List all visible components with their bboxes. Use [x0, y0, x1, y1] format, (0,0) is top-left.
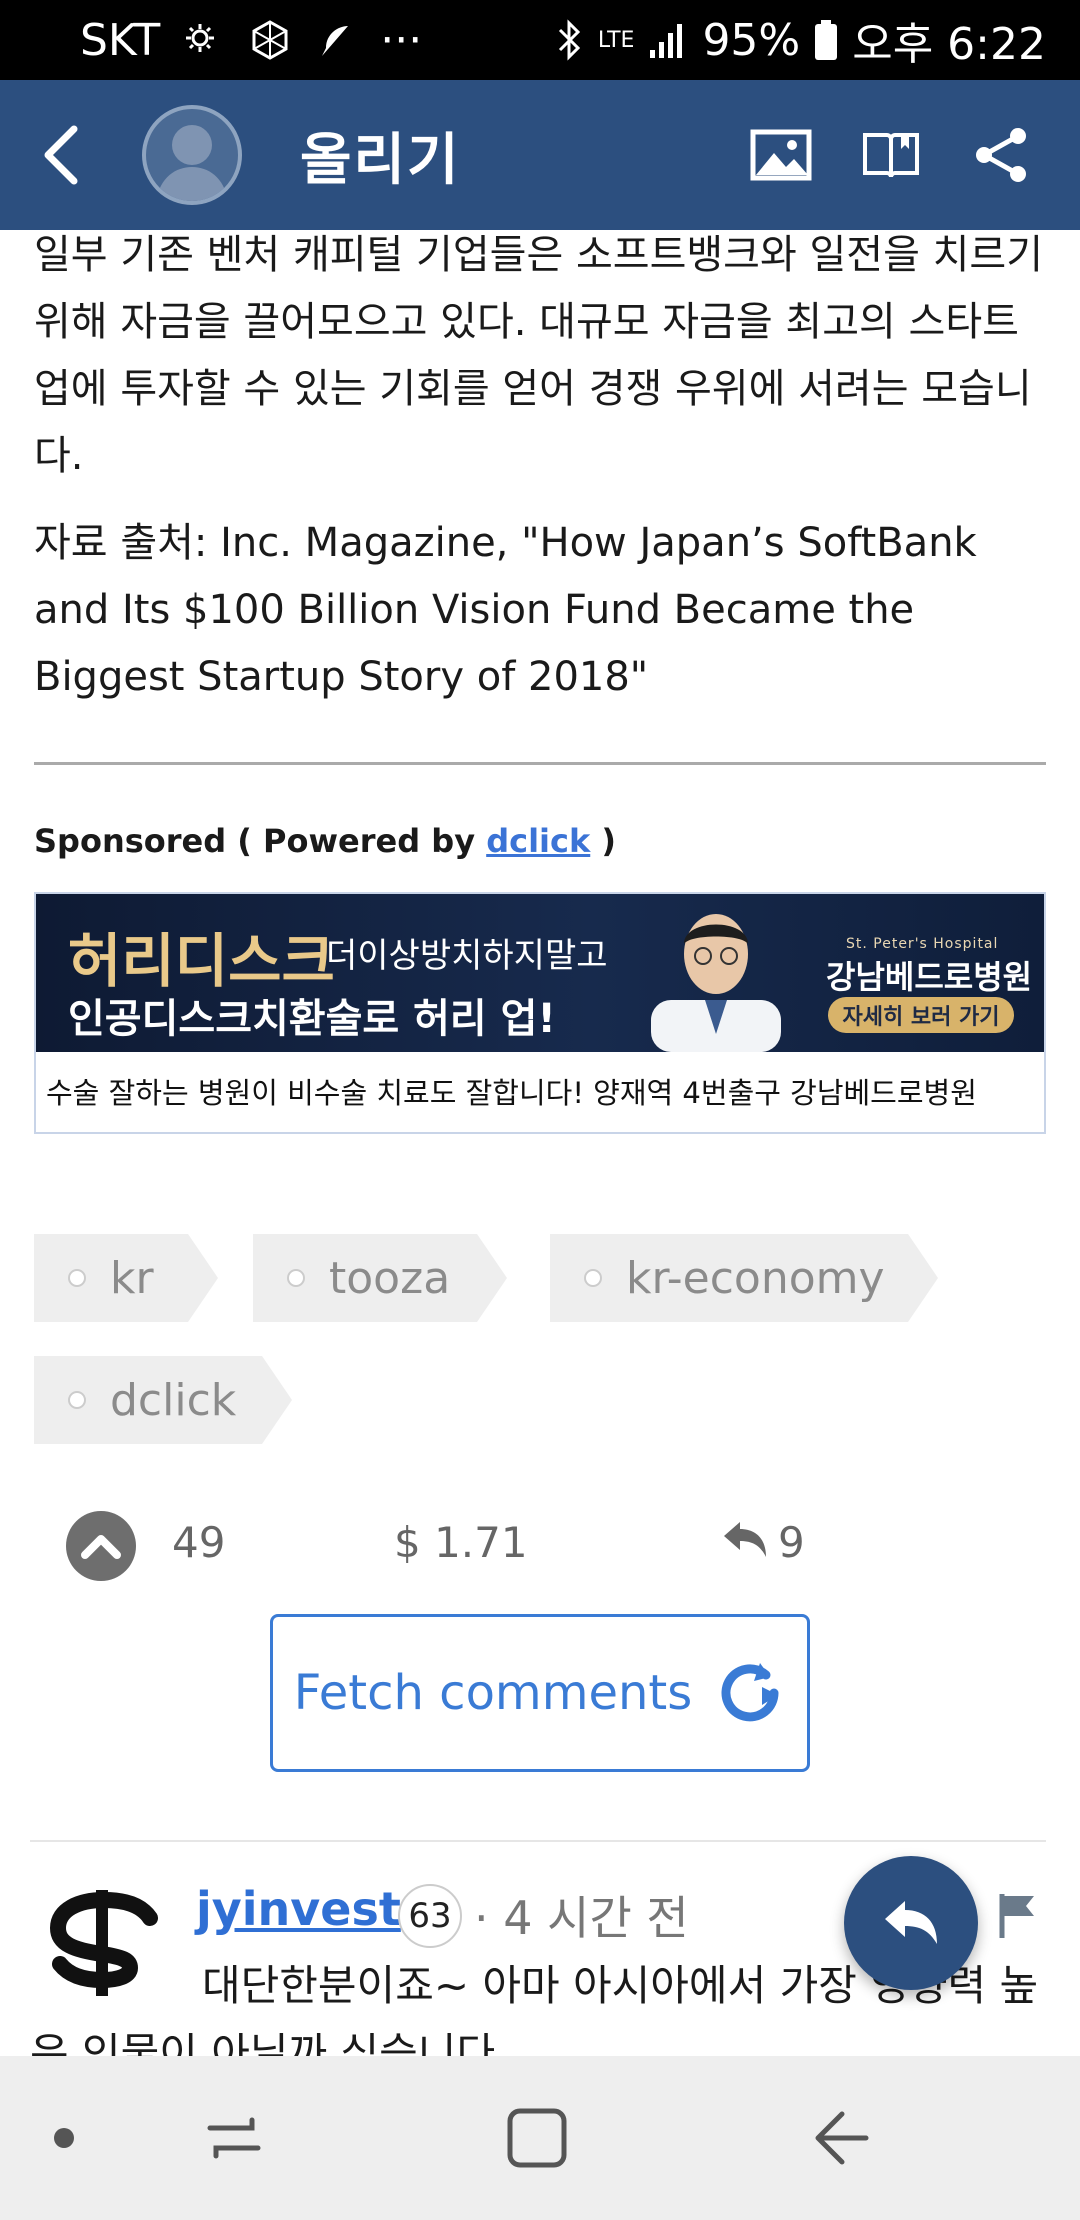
share-button[interactable] — [966, 120, 1036, 190]
divider — [34, 762, 1046, 765]
doctor-photo — [651, 914, 781, 1052]
home-button[interactable] — [497, 2098, 577, 2178]
tag-hole-icon — [68, 1391, 86, 1409]
tag-tooza[interactable]: tooza — [253, 1234, 507, 1322]
ad-headline-2: 인공디스크치환술로 허리 업! — [68, 996, 556, 1042]
tag-dclick[interactable]: dclick — [34, 1356, 292, 1444]
home-icon — [507, 2108, 567, 2168]
ad-hospital-name: 강남베드로병원 — [826, 958, 1033, 996]
ad-image[interactable]: 허리디스크 더이상방치하지말고 인공디스크치환술로 허리 업! St. Pete… — [36, 894, 1044, 1052]
back-icon — [815, 2111, 869, 2165]
tag-label: dclick — [110, 1374, 237, 1426]
status-bar: SKT ··· LTE 95% 오후 6:22 — [0, 0, 1080, 80]
share-icon — [976, 128, 1026, 182]
app-bar: 올리기 — [0, 80, 1080, 230]
refresh-icon — [721, 1663, 779, 1722]
tag-hole-icon — [68, 1269, 86, 1287]
network-label: LTE — [597, 27, 635, 53]
sponsored-suffix: ) — [590, 822, 617, 860]
ad-hospital-en: St. Peter's Hospital — [846, 936, 999, 952]
dclick-link[interactable]: dclick — [486, 822, 590, 860]
comment-time: · 4 시간 전 — [474, 1891, 689, 1945]
sponsored-label: Sponsored ( Powered by dclick ) — [34, 822, 616, 860]
article-body: 일부 기존 벤처 캐피털 기업들은 소프트뱅크와 일전을 치르기 위해 자금을 … — [34, 222, 1044, 731]
ad-cta-button[interactable]: 자세히 보러 가기 — [828, 997, 1014, 1033]
tag-label: kr-economy — [626, 1252, 885, 1304]
comment-author-link[interactable]: jyinvest — [196, 1882, 401, 1936]
article-source: 자료 출처: Inc. Magazine, "How Japan’s SoftB… — [34, 520, 977, 700]
user-silhouette-icon — [156, 125, 228, 201]
sponsored-prefix: Sponsored ( Powered by — [34, 822, 487, 860]
reply-icon — [885, 1901, 937, 1944]
recent-apps-button[interactable] — [194, 2098, 274, 2178]
app-notification-icon — [248, 18, 292, 62]
nav-back-button[interactable] — [802, 2098, 882, 2178]
upvote-button[interactable] — [66, 1511, 136, 1581]
upvote-icon — [81, 1535, 121, 1559]
reputation-badge: 63 — [398, 1884, 462, 1948]
page-title: 올리기 — [300, 127, 461, 193]
nav-dot-button[interactable] — [24, 2098, 104, 2178]
tag-kr[interactable]: kr — [34, 1234, 218, 1322]
vote-count[interactable]: 49 — [172, 1518, 225, 1567]
battery-percent: 95% — [702, 14, 801, 66]
flag-icon[interactable] — [996, 1890, 1046, 1940]
more-notifications: ··· — [380, 14, 423, 66]
image-icon — [750, 129, 812, 181]
payout-value[interactable]: $ 1.71 — [394, 1518, 528, 1567]
battery-icon — [814, 19, 838, 61]
tag-hole-icon — [287, 1269, 305, 1287]
signal-icon — [648, 20, 688, 60]
reply-icon[interactable] — [720, 1518, 770, 1572]
insert-image-button[interactable] — [746, 120, 816, 190]
divider — [30, 1840, 1046, 1842]
dot-icon — [54, 2128, 74, 2148]
ad-banner[interactable]: 허리디스크 더이상방치하지말고 인공디스크치환술로 허리 업! St. Pete… — [34, 892, 1046, 1134]
tag-kr-economy[interactable]: kr-economy — [550, 1234, 938, 1322]
bluetooth-icon — [554, 18, 584, 62]
book-icon — [863, 133, 919, 178]
post-stats: 49 $ 1.71 9 — [66, 1506, 966, 1586]
feather-icon — [314, 18, 358, 62]
system-nav-bar — [0, 2056, 1080, 2220]
weather-icon — [182, 18, 226, 62]
ad-caption[interactable]: 수술 잘하는 병원이 비수술 치료도 잘합니다! 양재역 4번출구 강남베드로병… — [36, 1052, 1044, 1130]
fetch-comments-label: Fetch comments — [293, 1665, 693, 1721]
article-paragraph: 일부 기존 벤처 캐피털 기업들은 소프트뱅크와 일전을 치르기 위해 자금을 … — [34, 232, 1044, 479]
back-arrow-icon — [44, 125, 78, 185]
carrier-label: SKT — [80, 14, 161, 66]
reply-count[interactable]: 9 — [778, 1518, 805, 1567]
fetch-comments-button[interactable]: Fetch comments — [270, 1614, 810, 1772]
preview-button[interactable] — [856, 120, 926, 190]
tag-label: kr — [110, 1252, 154, 1304]
tag-label: tooza — [329, 1252, 451, 1304]
ad-headline-small: 더이상방치하지말고 — [326, 936, 608, 976]
back-button[interactable] — [0, 80, 120, 230]
recent-apps-icon — [207, 2117, 261, 2159]
user-avatar[interactable] — [142, 105, 242, 205]
tag-hole-icon — [584, 1269, 602, 1287]
reply-fab-button[interactable] — [844, 1856, 978, 1990]
clock: 오후 6:22 — [852, 19, 1046, 70]
